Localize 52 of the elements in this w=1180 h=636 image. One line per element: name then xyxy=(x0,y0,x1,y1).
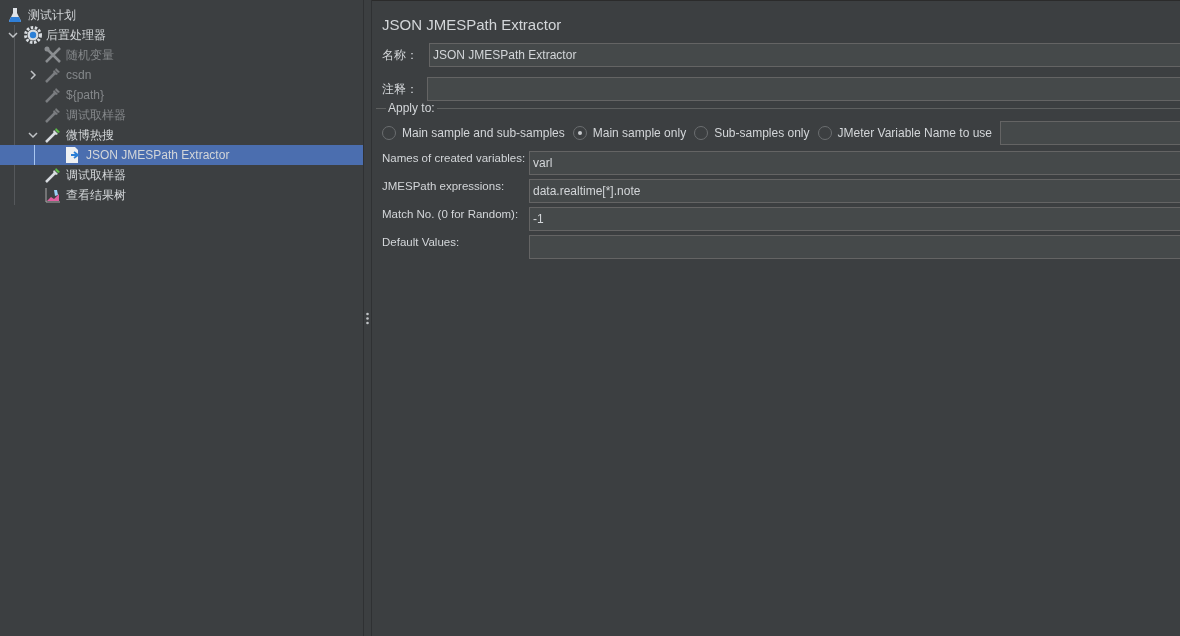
tools-icon xyxy=(44,46,62,64)
pipette-icon xyxy=(44,106,62,124)
radio-button[interactable] xyxy=(572,126,587,140)
input-field[interactable]: varl xyxy=(529,151,1180,175)
tree-item[interactable]: 微博热搜 xyxy=(0,125,363,145)
tree-item-label: 调试取样器 xyxy=(66,106,126,124)
radio-option[interactable]: Main sample only xyxy=(572,126,687,140)
panel-title: JSON JMESPath Extractor xyxy=(382,16,563,33)
input-field[interactable]: data.realtime[*].note xyxy=(529,179,1180,203)
radio-button[interactable] xyxy=(817,126,832,140)
chart-icon xyxy=(45,187,61,203)
field-label: JMESPath expressions: xyxy=(382,179,506,194)
pipette-icon xyxy=(44,166,62,184)
input-field[interactable]: -1 xyxy=(529,207,1180,231)
group-legend: Apply to: xyxy=(386,101,437,115)
tree-item-label: 调试取样器 xyxy=(66,166,126,184)
input-field[interactable] xyxy=(427,77,1180,101)
tree-item-label: 查看结果树 xyxy=(66,186,126,204)
input-field[interactable] xyxy=(529,235,1180,259)
tree-item[interactable]: 后置处理器 xyxy=(0,25,363,45)
variable-name-field[interactable] xyxy=(1000,121,1180,145)
field-label: Names of created variables: xyxy=(382,151,527,166)
splitter-handle-icon[interactable] xyxy=(366,311,369,325)
chevron-down-icon[interactable] xyxy=(28,130,38,140)
tree-item-label: 随机变量 xyxy=(66,46,114,64)
radio-button[interactable] xyxy=(694,126,709,140)
gear-icon xyxy=(24,26,42,44)
pipette-icon xyxy=(44,126,62,144)
radio-option[interactable]: Sub-samples only xyxy=(694,126,810,140)
field-label: 名称： xyxy=(382,46,419,64)
radio-button[interactable] xyxy=(382,126,396,140)
tree-item-label: JSON JMESPath Extractor xyxy=(86,148,230,162)
pipette-icon xyxy=(44,66,62,84)
tree-item-label: 后置处理器 xyxy=(46,26,106,44)
field-label: Match No. (0 for Random): xyxy=(382,207,520,222)
input-field[interactable]: JSON JMESPath Extractor xyxy=(429,43,1180,67)
tree-item-label: 微博热搜 xyxy=(66,126,114,144)
flask-icon xyxy=(8,7,22,23)
tree-item[interactable]: JSON JMESPath Extractor xyxy=(0,145,363,165)
tree-item[interactable]: 测试计划 xyxy=(0,5,363,25)
pipette-icon xyxy=(44,86,62,104)
radio-option[interactable]: JMeter Variable Name to use xyxy=(817,126,993,140)
tree-item[interactable]: 查看结果树 xyxy=(0,185,363,205)
tree-item-label: csdn xyxy=(66,68,92,82)
document-arrow-icon xyxy=(65,146,81,164)
tree-item-label: 测试计划 xyxy=(28,6,76,24)
tree-item-label: ${path} xyxy=(66,88,105,102)
tree-item[interactable]: 调试取样器 xyxy=(0,165,363,185)
field-label: Default Values: xyxy=(382,235,461,250)
radio-option[interactable]: Main sample and sub-samples xyxy=(382,126,565,140)
field-label: 注释： xyxy=(382,80,419,98)
chevron-down-icon[interactable] xyxy=(8,30,18,40)
